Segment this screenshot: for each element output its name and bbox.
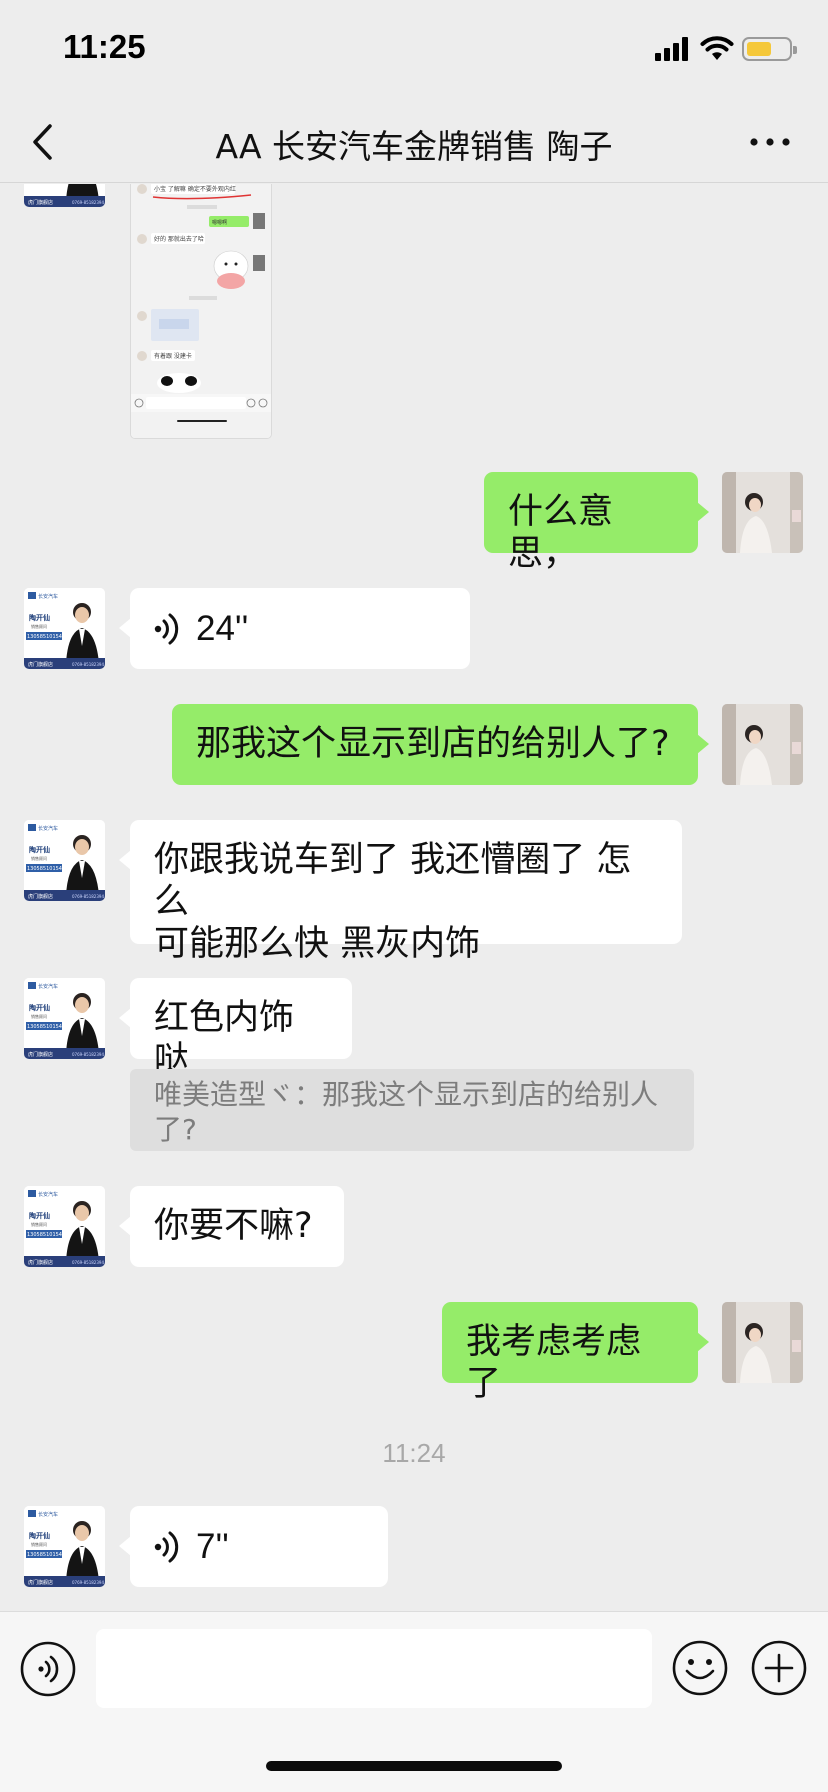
svg-text:13058510154: 13058510154 — [27, 1232, 62, 1238]
my-avatar[interactable] — [722, 1302, 803, 1383]
svg-text:长安汽车: 长安汽车 — [38, 1191, 58, 1198]
message-text: 你要不嘛? — [154, 1206, 313, 1246]
svg-text:0769-85182394: 0769-85182394 — [72, 200, 104, 205]
svg-text:13058510154: 13058510154 — [27, 866, 62, 872]
message-input[interactable] — [96, 1629, 652, 1708]
incoming-text-message[interactable]: 你跟我说车到了 我还懵圈了 怎么 可能那么快 黑灰内饰 — [119, 820, 682, 964]
incoming-text-message[interactable]: 你要不嘛? — [119, 1186, 344, 1267]
my-avatar[interactable] — [722, 704, 803, 785]
voice-duration: 24'' — [196, 608, 249, 648]
svg-text:销售顾问: 销售顾问 — [31, 855, 47, 861]
svg-text:长安汽车: 长安汽车 — [38, 825, 58, 832]
svg-text:嗯嗯啊: 嗯嗯啊 — [212, 220, 227, 226]
svg-text:有着跟 没建卡: 有着跟 没建卡 — [154, 352, 192, 360]
svg-text:虎门旗舰店: 虎门旗舰店 — [28, 893, 53, 900]
emoji-icon — [672, 1640, 728, 1696]
svg-text:0769-85182394: 0769-85182394 — [72, 1052, 104, 1057]
message-text: 什么意思， — [508, 492, 614, 574]
emoji-button[interactable] — [671, 1639, 729, 1697]
outgoing-text-message[interactable]: 我考虑考虑了 — [442, 1302, 709, 1404]
cellular-signal-icon — [655, 37, 688, 61]
message-text: 那我这个显示到店的给别人了? — [196, 724, 670, 764]
plus-circle-icon — [751, 1640, 807, 1696]
svg-text:销售顾问: 销售顾问 — [31, 1541, 47, 1547]
status-time: 11:25 — [63, 28, 146, 65]
svg-text:长安汽车: 长安汽车 — [38, 1511, 58, 1518]
voice-wave-icon — [154, 613, 179, 644]
message-text: 我考虑考虑了 — [466, 1322, 642, 1404]
wifi-icon — [700, 36, 734, 60]
message-text: 红色内饰哒 — [154, 998, 295, 1080]
svg-text:好的 那就出去了哈: 好的 那就出去了哈 — [154, 235, 204, 243]
svg-text:长安汽车: 长安汽车 — [38, 593, 58, 600]
svg-text:销售顾问: 销售顾问 — [31, 1013, 47, 1019]
chat-header: AA 长安汽车金牌销售 陶子 — [0, 100, 828, 183]
screenshot-image-message[interactable]: 小宝 了解嘛 确定不要外观内红 嗯嗯啊 好的 那就出去了哈 有着跟 没建卡 — [130, 184, 272, 439]
voice-wave-icon — [154, 1531, 179, 1562]
voice-input-icon — [20, 1641, 76, 1697]
svg-text:0769-85182394: 0769-85182394 — [72, 662, 104, 667]
svg-text:长安汽车: 长安汽车 — [38, 983, 58, 990]
incoming-voice-message[interactable]: 7'' — [119, 1506, 388, 1587]
chat-title: AA 长安汽车金牌销售 陶子 — [215, 127, 613, 166]
battery-level — [747, 42, 771, 56]
svg-text:销售顾问: 销售顾问 — [31, 1221, 47, 1227]
quote-text-line: 了? — [154, 1113, 197, 1146]
svg-text:0769-85182394: 0769-85182394 — [72, 1580, 104, 1585]
outgoing-text-message[interactable]: 那我这个显示到店的给别人了? — [172, 704, 709, 785]
svg-text:13058510154: 13058510154 — [27, 634, 62, 640]
svg-text:虎门旗舰店: 虎门旗舰店 — [28, 1259, 53, 1266]
svg-text:陶开仙: 陶开仙 — [29, 1211, 50, 1220]
ellipsis-icon — [750, 138, 790, 146]
battery-icon — [742, 37, 797, 61]
my-avatar[interactable] — [722, 472, 803, 553]
salesman-avatar[interactable]: 长安汽车 陶开仙 销售顾问 13058510154 虎门旗舰店 0769-851… — [24, 1186, 105, 1267]
outgoing-text-message[interactable]: 什么意思， — [484, 472, 709, 574]
chat-message-list[interactable]: 长安汽车 陶开仙 销售顾问 13058510154 虎门旗舰店 0769-851… — [0, 184, 828, 1611]
svg-text:13058510154: 13058510154 — [27, 1024, 62, 1030]
incoming-text-message[interactable]: 红色内饰哒 — [119, 978, 352, 1080]
salesman-avatar[interactable]: 长安汽车 陶开仙 销售顾问 13058510154 虎门旗舰店 0769-851… — [24, 820, 105, 901]
svg-text:陶开仙: 陶开仙 — [29, 845, 50, 854]
back-button[interactable] — [20, 117, 70, 167]
more-options-button[interactable] — [745, 117, 795, 167]
svg-text:虎门旗舰店: 虎门旗舰店 — [28, 1051, 53, 1058]
salesman-avatar[interactable]: 长安汽车 陶开仙 销售顾问 13058510154 虎门旗舰店 0769-851… — [24, 588, 105, 669]
salesman-avatar[interactable]: 长安汽车 陶开仙 销售顾问 13058510154 虎门旗舰店 0769-851… — [24, 1506, 105, 1587]
svg-text:虎门旗舰店: 虎门旗舰店 — [28, 661, 53, 668]
svg-text:陶开仙: 陶开仙 — [29, 1003, 50, 1012]
svg-text:小宝 了解嘛 确定不要外观内红: 小宝 了解嘛 确定不要外观内红 — [154, 185, 236, 193]
incoming-voice-message[interactable]: 24'' — [119, 588, 470, 669]
status-bar: 11:25 — [0, 0, 828, 100]
quote-text-line: 唯美造型ヾ：那我这个显示到店的给别人 — [154, 1078, 659, 1111]
svg-text:虎门旗舰店: 虎门旗舰店 — [28, 199, 53, 206]
svg-text:陶开仙: 陶开仙 — [29, 613, 50, 622]
more-functions-button[interactable] — [750, 1639, 808, 1697]
svg-text:虎门旗舰店: 虎门旗舰店 — [28, 1579, 53, 1586]
quoted-reply[interactable]: 唯美造型ヾ：那我这个显示到店的给别人 了? — [130, 1069, 694, 1151]
svg-text:销售顾问: 销售顾问 — [31, 623, 47, 629]
message-text-line: 可能那么快 黑灰内饰 — [154, 924, 481, 964]
time-divider: 11:24 — [382, 1438, 446, 1468]
svg-text:0769-85182394: 0769-85182394 — [72, 1260, 104, 1265]
salesman-avatar[interactable]: 长安汽车 陶开仙 销售顾问 13058510154 虎门旗舰店 0769-851… — [24, 184, 105, 207]
chevron-left-icon — [33, 124, 52, 160]
home-indicator — [266, 1761, 562, 1771]
salesman-avatar[interactable]: 长安汽车 陶开仙 销售顾问 13058510154 虎门旗舰店 0769-851… — [24, 978, 105, 1059]
svg-text:0769-85182394: 0769-85182394 — [72, 894, 104, 899]
message-text-line: 你跟我说车到了 我还懵圈了 怎么 — [154, 840, 632, 922]
svg-text:陶开仙: 陶开仙 — [29, 1531, 50, 1540]
svg-text:13058510154: 13058510154 — [27, 1552, 62, 1558]
voice-duration: 7'' — [196, 1526, 229, 1566]
voice-input-button[interactable] — [19, 1640, 77, 1698]
